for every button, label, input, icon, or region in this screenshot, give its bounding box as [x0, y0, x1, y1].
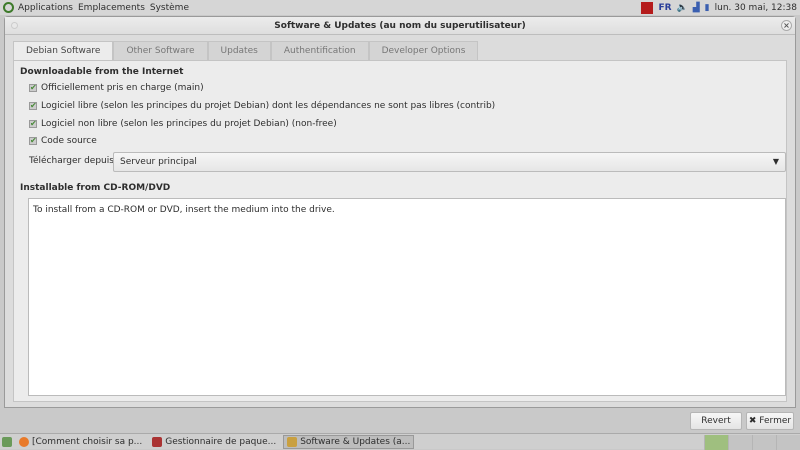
tab-updates[interactable]: Updates — [207, 41, 271, 60]
checkbox-main[interactable]: ✔ Officiellement pris en charge (main) — [29, 83, 204, 93]
software-updates-window: Software & Updates (au nom du superutili… — [4, 16, 796, 430]
show-desktop-icon[interactable] — [2, 436, 12, 447]
checkbox-contrib[interactable]: ✔ Logiciel libre (selon les principes du … — [29, 101, 495, 111]
download-from-label: Télécharger depuis : — [29, 156, 120, 166]
network-icon[interactable]: ▟ — [693, 3, 700, 13]
selected-server: Serveur principal — [120, 157, 197, 167]
checkbox-label: Code source — [41, 136, 97, 146]
dropdown-arrow-icon: ▼ — [772, 157, 779, 166]
workspace-2[interactable] — [728, 435, 752, 450]
task-label: Gestionnaire de paque... — [165, 436, 277, 447]
task-label: [Comment choisir sa p... — [32, 436, 143, 447]
keyboard-layout[interactable]: FR — [658, 3, 671, 13]
checkbox-non-free[interactable]: ✔ Logiciel non libre (selon les principes… — [29, 119, 337, 129]
window-title: Software & Updates (au nom du superutili… — [274, 21, 526, 31]
task-firefox[interactable]: [Comment choisir sa p... — [16, 435, 145, 449]
task-label: Software & Updates (a... — [300, 436, 411, 447]
volume-icon[interactable]: 🔈 — [677, 3, 688, 13]
clock[interactable]: lun. 30 mai, 12:38 — [715, 3, 797, 13]
checkbox-source-code[interactable]: ✔ Code source — [29, 136, 97, 146]
tab-developer-options[interactable]: Developer Options — [368, 41, 479, 60]
cdrom-heading: Installable from CD-ROM/DVD — [20, 183, 171, 193]
workspace-1[interactable] — [704, 435, 728, 450]
system-tray: FR 🔈 ▟ ▮ lun. 30 mai, 12:38 — [641, 0, 797, 15]
tab-other-software[interactable]: Other Software — [113, 41, 208, 60]
top-panel: Applications Emplacements Système FR 🔈 ▟… — [0, 0, 800, 15]
task-software-updates[interactable]: Software & Updates (a... — [283, 434, 415, 449]
close-icon[interactable]: × — [781, 20, 792, 31]
software-updates-icon — [287, 436, 298, 447]
menu-applications[interactable]: Applications — [18, 3, 73, 13]
cdrom-hint: To install from a CD-ROM or DVD, insert … — [33, 205, 335, 215]
task-package-manager[interactable]: Gestionnaire de paque... — [149, 435, 279, 449]
tab-debian-software[interactable]: Debian Software — [13, 41, 114, 60]
window-menu-icon[interactable] — [11, 22, 18, 29]
download-server-select[interactable]: Serveur principal ▼ — [113, 152, 786, 172]
package-manager-icon — [152, 436, 163, 447]
firefox-icon — [19, 436, 29, 447]
cdrom-list[interactable]: To install from a CD-ROM or DVD, insert … — [28, 198, 786, 396]
checkbox-checked-icon[interactable]: ✔ — [29, 137, 37, 145]
internet-heading: Downloadable from the Internet — [20, 67, 184, 77]
checkbox-label: Logiciel non libre (selon les principes … — [41, 119, 337, 129]
checkbox-label: Logiciel libre (selon les principes du p… — [41, 101, 496, 111]
battery-icon[interactable]: ▮ — [705, 3, 710, 13]
menu-system[interactable]: Système — [150, 3, 189, 13]
tab-authentification[interactable]: Authentification — [270, 41, 369, 60]
distro-logo-icon[interactable] — [3, 2, 14, 13]
tab-bar: Debian Software Other Software Updates A… — [13, 41, 479, 60]
close-button[interactable]: ✖ Fermer — [746, 412, 794, 430]
workspace-3[interactable] — [752, 435, 776, 450]
checkbox-checked-icon[interactable]: ✔ — [29, 102, 37, 110]
workspace-4[interactable] — [776, 435, 800, 450]
checkbox-checked-icon[interactable]: ✔ — [29, 84, 37, 92]
revert-button[interactable]: Revert — [690, 412, 742, 430]
debian-software-panel: Downloadable from the Internet ✔ Officiel… — [13, 60, 787, 402]
taskbar: [Comment choisir sa p... Gestionnaire de… — [0, 433, 800, 450]
workspace-switcher — [704, 435, 800, 450]
checkbox-checked-icon[interactable]: ✔ — [29, 120, 37, 128]
update-notifier-icon[interactable] — [641, 1, 654, 14]
title-bar[interactable]: Software & Updates (au nom du superutili… — [5, 17, 795, 35]
menu-places[interactable]: Emplacements — [78, 3, 145, 13]
checkbox-label: Officiellement pris en charge (main) — [41, 83, 204, 93]
